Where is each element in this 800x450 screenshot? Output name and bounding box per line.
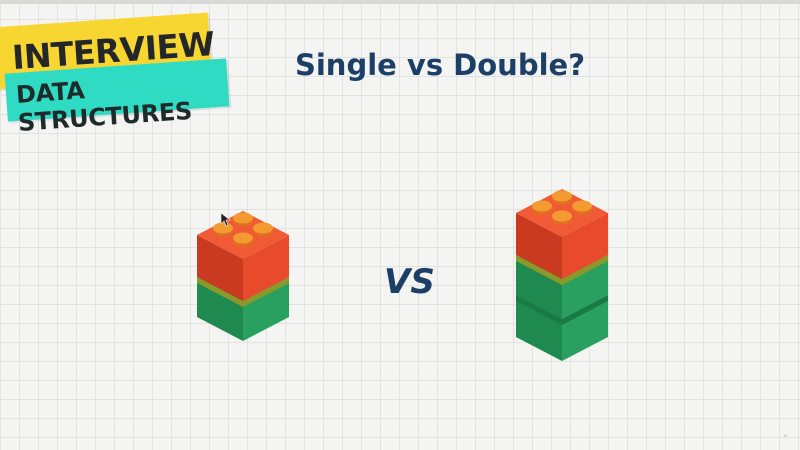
mouse-cursor-icon	[221, 213, 231, 227]
double-stack-icon	[516, 189, 608, 361]
top-edge-bar	[0, 0, 800, 4]
watermark-logo: •	[782, 432, 788, 442]
slide-title: Single vs Double?	[294, 48, 586, 82]
vs-label: VS	[384, 262, 435, 302]
single-stack-icon	[197, 211, 289, 341]
